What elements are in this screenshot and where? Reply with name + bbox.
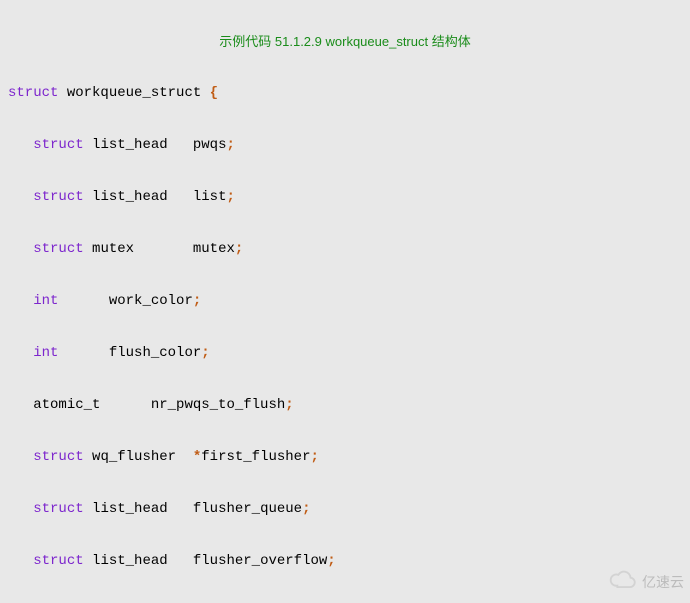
code-line: struct list_head flusher_queue; — [8, 496, 682, 522]
semicolon: ; — [226, 137, 234, 153]
code-text: list_head flusher_overflow — [84, 553, 328, 569]
semicolon: ; — [302, 501, 310, 517]
code-text: mutex mutex — [84, 241, 235, 257]
indent — [8, 293, 33, 309]
indent — [8, 189, 33, 205]
code-line: struct list_head flusher_overflow; — [8, 548, 682, 574]
keyword: int — [33, 345, 58, 361]
indent — [8, 137, 33, 153]
code-text: first_flusher — [201, 449, 310, 465]
code-title: 示例代码 51.1.2.9 workqueue_struct 结构体 — [8, 32, 682, 52]
code-line: struct workqueue_struct { — [8, 80, 682, 106]
semicolon: ; — [327, 553, 335, 569]
indent — [8, 501, 33, 517]
code-line: int flush_color; — [8, 340, 682, 366]
code-text: flush_color — [58, 345, 201, 361]
semicolon: ; — [235, 241, 243, 257]
indent — [8, 397, 33, 413]
code-line: atomic_t nr_pwqs_to_flush; — [8, 392, 682, 418]
indent — [8, 553, 33, 569]
pointer-star: * — [193, 449, 201, 465]
keyword: struct — [33, 449, 83, 465]
code-text: work_color — [58, 293, 192, 309]
code-text: list_head flusher_queue — [84, 501, 302, 517]
semicolon: ; — [285, 397, 293, 413]
semicolon: ; — [201, 345, 209, 361]
keyword: struct — [33, 553, 83, 569]
indent — [8, 241, 33, 257]
brace-open: { — [210, 85, 218, 101]
indent — [8, 449, 33, 465]
code-line: int work_color; — [8, 288, 682, 314]
code-text: workqueue_struct — [58, 85, 209, 101]
semicolon: ; — [310, 449, 318, 465]
code-block: 示例代码 51.1.2.9 workqueue_struct 结构体 struc… — [0, 0, 690, 603]
keyword: struct — [33, 241, 83, 257]
code-text: list_head pwqs — [84, 137, 227, 153]
code-line: struct list_head list; — [8, 184, 682, 210]
keyword: int — [33, 293, 58, 309]
code-text: wq_flusher — [84, 449, 193, 465]
code-text: atomic_t nr_pwqs_to_flush — [33, 397, 285, 413]
code-line: struct list_head pwqs; — [8, 132, 682, 158]
indent — [8, 345, 33, 361]
code-text: list_head list — [84, 189, 227, 205]
semicolon: ; — [193, 293, 201, 309]
keyword: struct — [33, 501, 83, 517]
code-line: struct mutex mutex; — [8, 236, 682, 262]
keyword: struct — [8, 85, 58, 101]
keyword: struct — [33, 137, 83, 153]
code-line: struct wq_flusher *first_flusher; — [8, 444, 682, 470]
keyword: struct — [33, 189, 83, 205]
semicolon: ; — [226, 189, 234, 205]
